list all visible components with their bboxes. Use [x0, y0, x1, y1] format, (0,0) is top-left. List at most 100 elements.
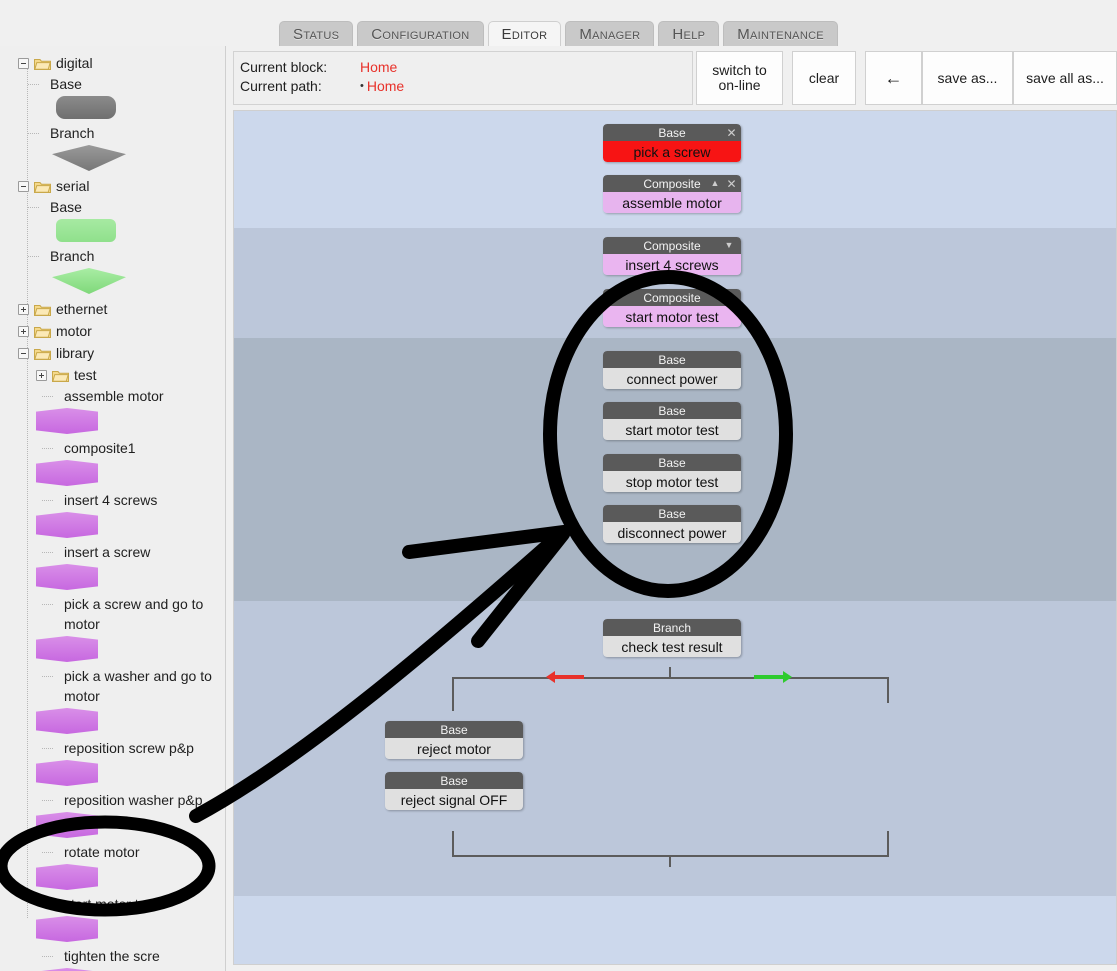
- flow-block-reject-motor[interactable]: Base reject motor: [385, 721, 523, 759]
- flow-block-reject-signal-off[interactable]: Base reject signal OFF: [385, 772, 523, 810]
- flow-block-type-header: Base: [603, 351, 741, 368]
- tab-editor[interactable]: Editor: [487, 21, 562, 46]
- tree-item[interactable]: pick a washer and go to motor: [0, 666, 225, 706]
- block-tree: digital Base Branch serial Base Branch etherne…: [0, 46, 225, 971]
- collapse-toggle-icon[interactable]: [18, 180, 29, 192]
- tab-help[interactable]: Help: [658, 21, 720, 46]
- flow-block-name-label: connect power: [603, 368, 741, 389]
- current-block-label: Current block:: [240, 59, 328, 75]
- current-path-value[interactable]: Home: [367, 77, 404, 96]
- main-tab-bar: Status Configuration Editor Manager Help Main…: [0, 0, 1117, 46]
- tree-item[interactable]: tighten the scre: [0, 946, 225, 966]
- expand-toggle-icon[interactable]: [18, 325, 29, 337]
- composite-purple-icon: [36, 760, 98, 786]
- editor-toolbar: Current block: Home Current path: • Home…: [233, 51, 1117, 105]
- clear-button[interactable]: clear: [792, 51, 856, 105]
- tree-item[interactable]: composite1: [0, 438, 225, 458]
- flow-canvas[interactable]: Base ✕ pick a screw Composite ▲ ✕ assemble mot…: [233, 110, 1117, 965]
- current-block-row: Current block: Home: [240, 58, 692, 77]
- flow-block-start-motor-test[interactable]: Composite ▼ start motor test: [603, 289, 741, 327]
- flow-block-type-header: Base: [603, 402, 741, 419]
- expand-toggle-icon[interactable]: [18, 303, 29, 315]
- composite-purple-icon: [36, 512, 98, 538]
- branch-true-arrow-line: [754, 675, 784, 679]
- branch-bar-top: [452, 677, 889, 679]
- tree-folder-serial[interactable]: serial: [0, 175, 225, 197]
- flow-block-name-label: start motor test: [603, 419, 741, 440]
- flow-block-type-label: Base: [658, 455, 686, 470]
- folder-open-icon: [34, 347, 51, 360]
- flow-block-type-header: Composite ▼: [603, 237, 741, 254]
- save-as-button[interactable]: save as...: [922, 51, 1013, 105]
- current-path-label: Current path:: [240, 78, 322, 94]
- collapse-up-icon[interactable]: ▲: [709, 175, 721, 192]
- tab-status[interactable]: Status: [279, 21, 354, 46]
- flow-block-name-label: stop motor test: [603, 471, 741, 492]
- tab-manager[interactable]: Manager: [565, 21, 655, 46]
- tree-folder-ethernet[interactable]: ethernet: [0, 298, 225, 320]
- tree-item[interactable]: insert 4 screws: [0, 490, 225, 510]
- flow-block-pick-a-screw[interactable]: Base ✕ pick a screw: [603, 124, 741, 162]
- folder-open-icon: [34, 325, 51, 338]
- composite-purple-icon: [36, 812, 98, 838]
- tree-item[interactable]: Branch: [0, 246, 225, 266]
- tree-item[interactable]: assemble motor: [0, 386, 225, 406]
- tree-folder-library[interactable]: library: [0, 342, 225, 364]
- tree-folder-digital[interactable]: digital: [0, 52, 225, 74]
- close-icon[interactable]: ✕: [726, 175, 737, 192]
- tree-item[interactable]: Branch: [0, 123, 225, 143]
- flow-block-disconnect-power[interactable]: Base disconnect power: [603, 505, 741, 543]
- tab-configuration[interactable]: Configuration: [357, 21, 484, 46]
- collapse-toggle-icon[interactable]: [18, 57, 29, 69]
- branch-true-arrow-head: [783, 671, 792, 683]
- close-icon[interactable]: ✕: [726, 124, 737, 141]
- flow-block-assemble-motor[interactable]: Composite ▲ ✕ assemble motor: [603, 175, 741, 213]
- tree-folder-test[interactable]: test: [0, 364, 225, 386]
- tree-item[interactable]: reposition washer p&p: [0, 790, 225, 810]
- base-green-rounded-icon: [56, 219, 116, 242]
- flow-block-type-label: Base: [440, 773, 468, 788]
- block-library-sidebar[interactable]: digital Base Branch serial Base Branch etherne…: [0, 46, 226, 971]
- flow-block-type-label: Composite: [643, 176, 701, 191]
- tree-item[interactable]: pick a screw and go to motor: [0, 594, 225, 634]
- branch-leg-left-top: [452, 677, 454, 703]
- flow-block-check-test-result[interactable]: Branch check test result: [603, 619, 741, 657]
- flow-block-type-header: Base ✕: [603, 124, 741, 141]
- flow-block-name-label: pick a screw: [603, 141, 741, 162]
- tree-folder-label: test: [74, 367, 97, 383]
- flow-block-insert-4-screws[interactable]: Composite ▼ insert 4 screws: [603, 237, 741, 275]
- tab-maintenance[interactable]: Maintenance: [723, 21, 838, 46]
- branch-false-arrow-line: [554, 675, 584, 679]
- flow-block-name-label: check test result: [603, 636, 741, 657]
- tree-item[interactable]: insert a screw: [0, 542, 225, 562]
- flow-block-type-label: Composite: [643, 290, 701, 305]
- branch-stem-bottom: [669, 855, 671, 867]
- flow-block-name-label: disconnect power: [603, 522, 741, 543]
- save-all-as-button[interactable]: save all as...: [1013, 51, 1117, 105]
- tree-folder-label: motor: [56, 323, 92, 339]
- tree-item[interactable]: start motor test: [0, 894, 225, 914]
- collapse-toggle-icon[interactable]: [18, 347, 29, 359]
- composite-purple-icon: [36, 864, 98, 890]
- tree-item[interactable]: reposition screw p&p: [0, 738, 225, 758]
- switch-to-online-button[interactable]: switch to on-line: [696, 51, 783, 105]
- branch-false-arrow-head: [546, 671, 555, 683]
- expand-down-icon[interactable]: ▼: [723, 289, 735, 306]
- branch-gray-diamond-icon: [52, 145, 126, 171]
- tree-item[interactable]: Base: [0, 74, 225, 94]
- flow-block-connect-power[interactable]: Base connect power: [603, 351, 741, 389]
- folder-open-icon: [34, 57, 51, 70]
- flow-block-start-motor-test[interactable]: Base start motor test: [603, 402, 741, 440]
- folder-open-icon: [34, 180, 51, 193]
- expand-down-icon[interactable]: ▼: [723, 237, 735, 254]
- flow-block-stop-motor-test[interactable]: Base stop motor test: [603, 454, 741, 492]
- expand-toggle-icon[interactable]: [36, 369, 47, 381]
- tree-item[interactable]: rotate motor: [0, 842, 225, 862]
- scope-band-level-0-bottom: [234, 896, 1116, 964]
- back-arrow-button[interactable]: ←: [865, 51, 922, 105]
- tree-folder-motor[interactable]: motor: [0, 320, 225, 342]
- flow-block-type-header: Base: [385, 772, 523, 789]
- flow-block-name-label: reject motor: [385, 738, 523, 759]
- editor-window: Status Configuration Editor Manager Help Main…: [0, 0, 1117, 971]
- tree-item[interactable]: Base: [0, 197, 225, 217]
